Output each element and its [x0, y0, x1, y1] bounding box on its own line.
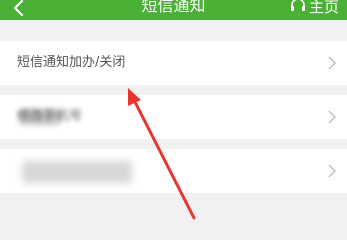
chevron-right-icon	[328, 56, 336, 70]
redaction-blur	[22, 161, 132, 183]
menu-group-3	[0, 149, 347, 193]
menu-item-change-phone[interactable]: 修改手机号	[0, 95, 347, 139]
headset-icon	[291, 0, 305, 11]
home-button[interactable]: 主页	[289, 0, 339, 18]
menu-group-1: 短信通知加办/关闭	[0, 41, 347, 85]
menu-item-label: 短信通知加办/关闭	[17, 55, 126, 70]
menu-item-sms-toggle[interactable]: 短信通知加办/关闭	[0, 41, 347, 85]
menu-group-2: 修改手机号	[0, 95, 347, 139]
home-label: 主页	[309, 0, 340, 16]
menu-item-redacted[interactable]	[0, 149, 347, 193]
header-bar: 短信通知 主页	[0, 0, 347, 20]
menu-item-label: 修改手机号	[17, 109, 83, 124]
chevron-right-icon	[328, 110, 336, 124]
chevron-right-icon	[328, 164, 336, 178]
